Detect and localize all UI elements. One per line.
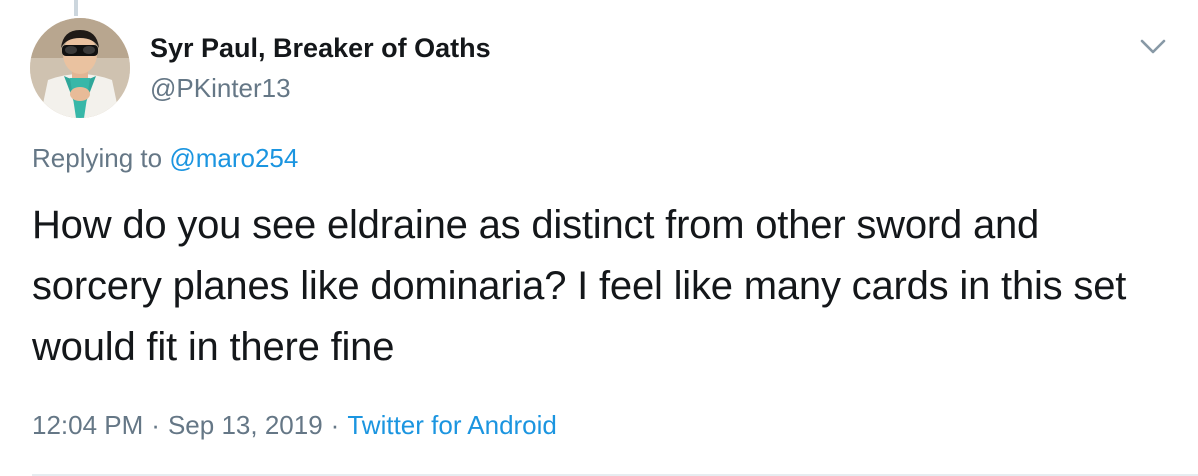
- meta-separator: ·: [151, 410, 160, 440]
- tweet-source-link[interactable]: Twitter for Android: [347, 410, 557, 440]
- author-handle[interactable]: @PKinter13: [150, 72, 291, 104]
- chevron-down-icon[interactable]: [1138, 33, 1168, 59]
- tweet-text: How do you see eldraine as distinct from…: [32, 203, 1127, 369]
- tweet-date[interactable]: Sep 13, 2019: [168, 410, 323, 440]
- author-display-name[interactable]: Syr Paul, Breaker of Oaths: [150, 31, 491, 65]
- avatar[interactable]: [30, 18, 130, 118]
- reply-mention-link[interactable]: @maro254: [169, 143, 298, 173]
- replying-to-label: Replying to: [32, 143, 163, 173]
- tweet-metadata: 12:04 PM · Sep 13, 2019 · Twitter for Androi…: [32, 407, 557, 443]
- replying-to-line: Replying to @maro254: [32, 141, 298, 175]
- avatar-image: [30, 18, 130, 118]
- meta-separator: ·: [330, 410, 340, 440]
- tweet-time[interactable]: 12:04 PM: [32, 410, 143, 440]
- thread-connector-line: [74, 0, 78, 16]
